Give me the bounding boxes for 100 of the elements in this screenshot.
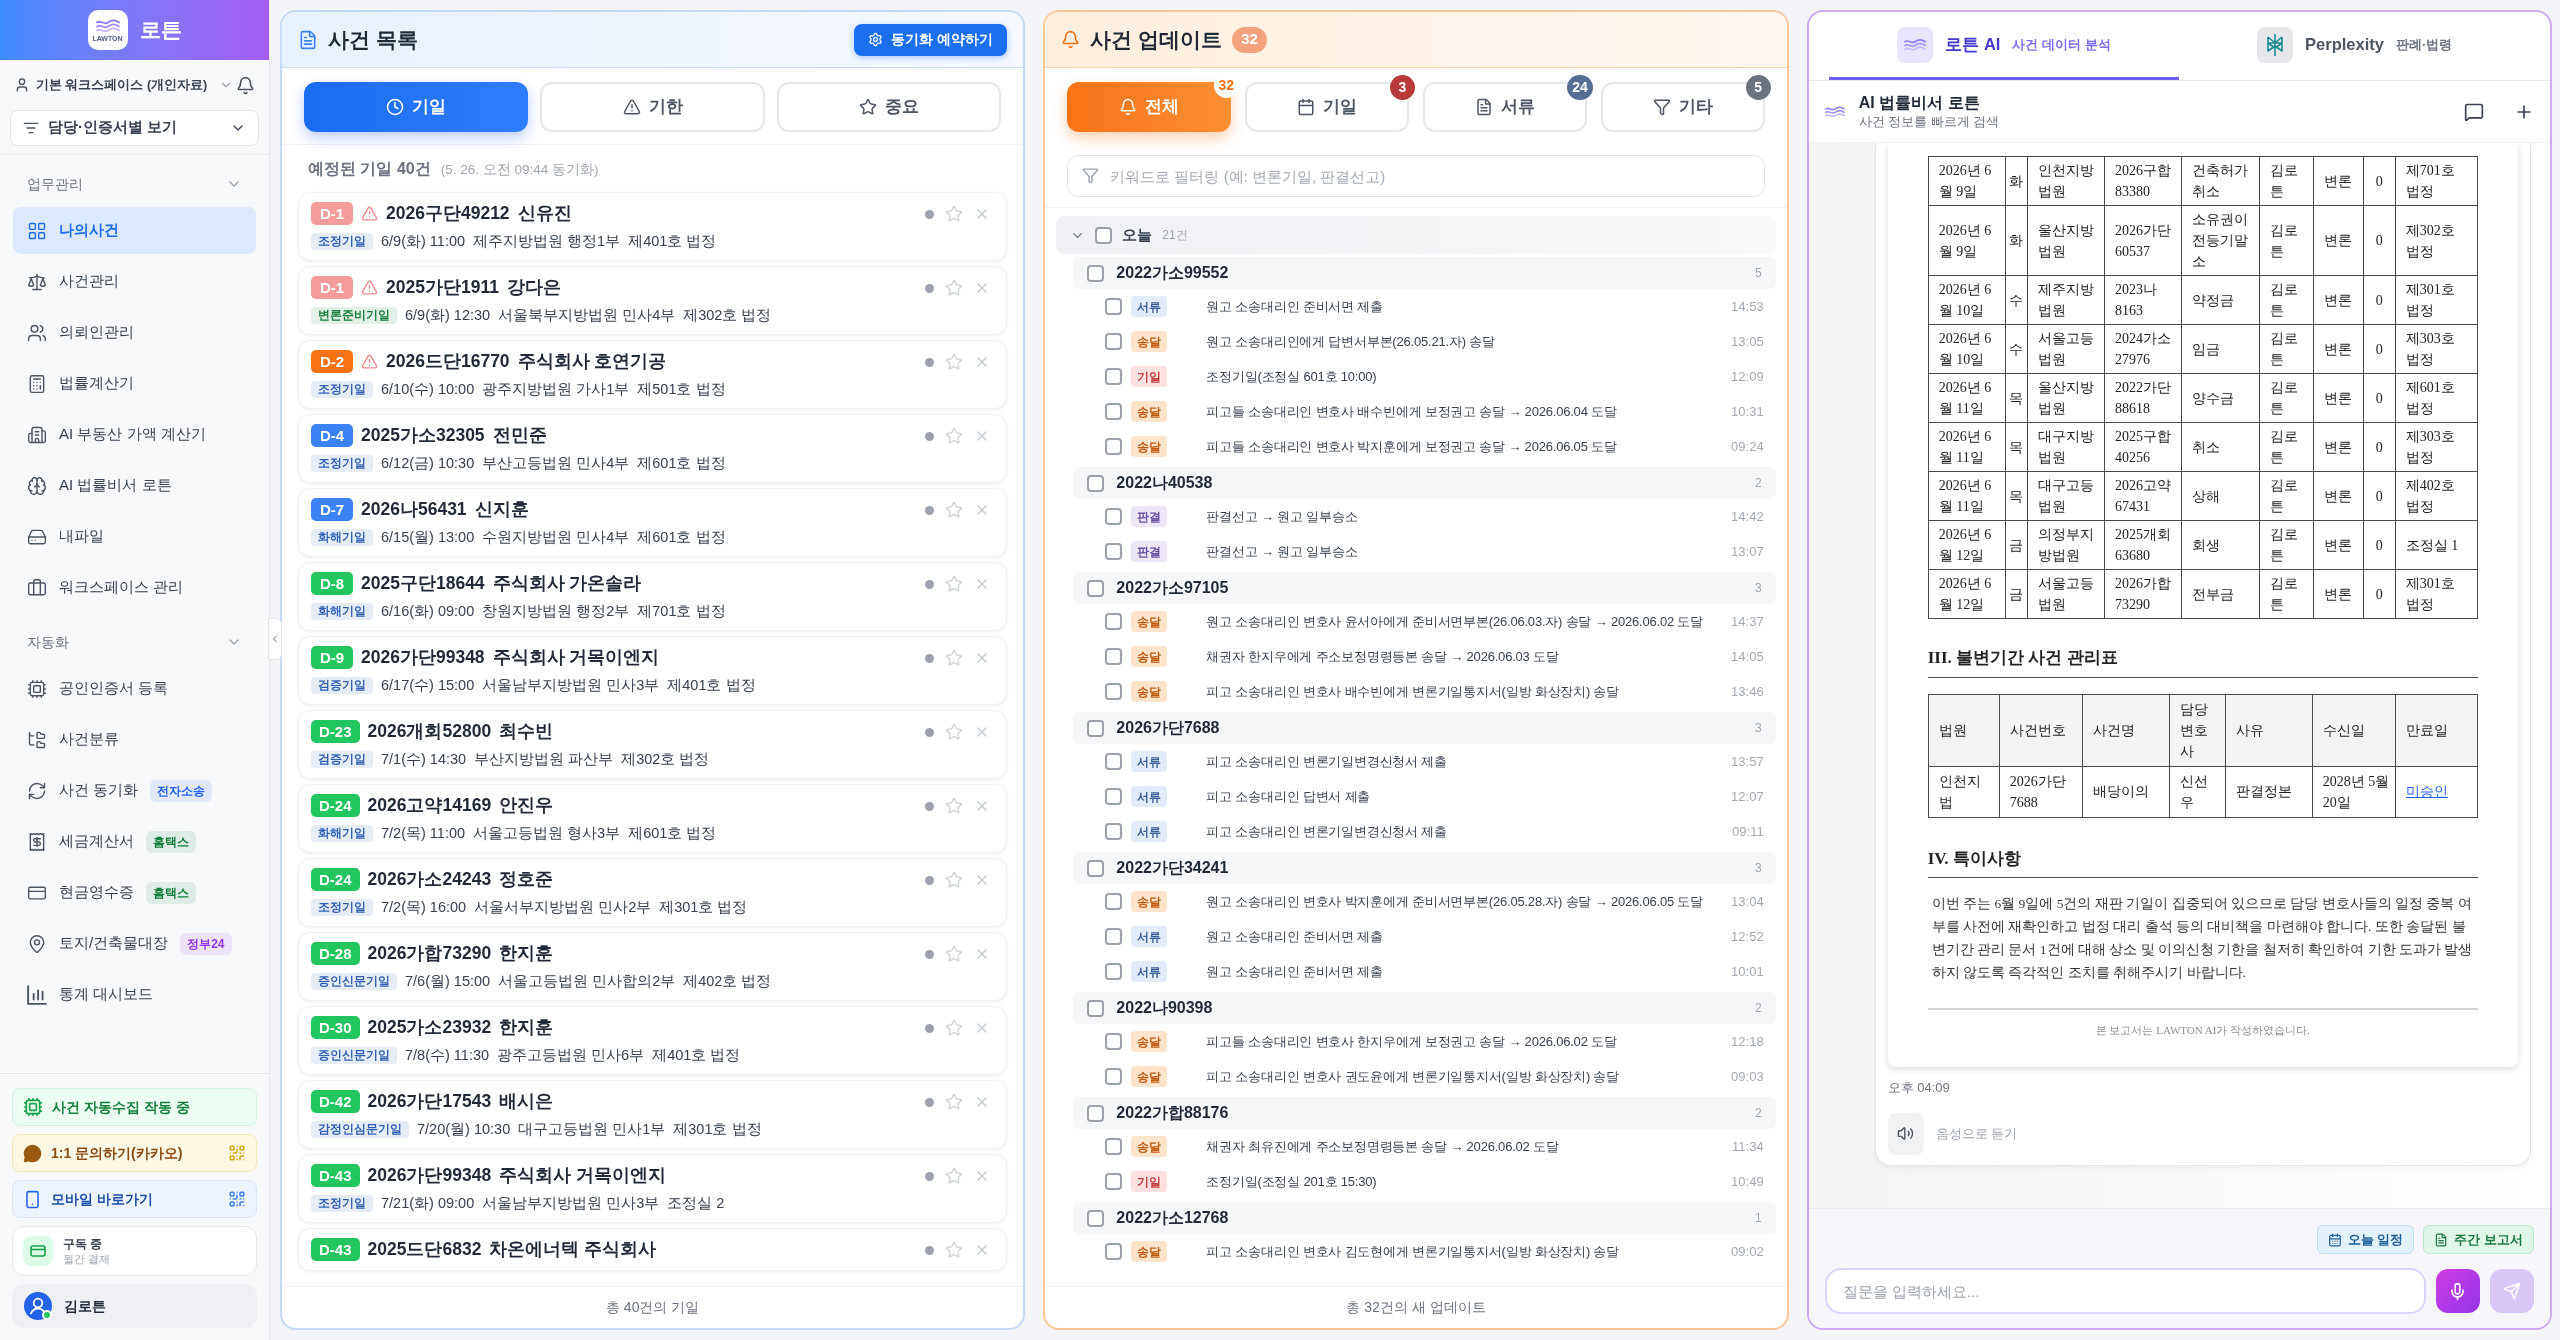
checkbox[interactable] <box>1087 474 1105 492</box>
star-icon[interactable] <box>945 353 964 371</box>
nav-item[interactable]: 의뢰인관리 <box>13 309 256 356</box>
star-icon[interactable] <box>945 575 964 593</box>
checkbox[interactable] <box>1105 893 1123 910</box>
nav-item[interactable]: 사건관리 <box>13 258 256 305</box>
speaker-button[interactable] <box>1887 1112 1924 1155</box>
mic-button[interactable] <box>2436 1269 2480 1313</box>
star-icon[interactable] <box>945 1019 964 1037</box>
star-icon[interactable] <box>945 427 964 445</box>
nav-item[interactable]: 사건분류 <box>13 716 256 763</box>
assistant-tab[interactable]: 로튼 AI 사건 데이터 분석 <box>1828 12 2180 80</box>
subscription-card[interactable]: 구독 중 월간 결제 <box>12 1226 257 1276</box>
checkbox[interactable] <box>1087 859 1105 877</box>
checkbox[interactable] <box>1105 1243 1123 1260</box>
sync-schedule-button[interactable]: 동기화 예약하기 <box>854 23 1008 56</box>
checkbox[interactable] <box>1105 963 1123 980</box>
deadline-card[interactable]: D-2 2026드단16770 주식회사 호연기공 조정기일 6/10(수) 10:00 광주지방법원 가사1부 제501호 법정 <box>298 340 1008 409</box>
star-icon[interactable] <box>945 501 964 519</box>
checkbox[interactable] <box>1105 403 1123 420</box>
case-group-header[interactable]: 2022가소12768 1 <box>1073 1202 1776 1234</box>
chat-icon[interactable] <box>2464 101 2484 122</box>
section-header[interactable]: 업무관리 <box>13 169 256 199</box>
filter-field[interactable]: 키워드로 필터링 (예: 변론기일, 판결선고) <box>1067 155 1765 197</box>
checkbox[interactable] <box>1105 683 1123 700</box>
star-icon[interactable] <box>945 649 964 667</box>
checkbox[interactable] <box>1105 298 1123 315</box>
deadline-card[interactable]: D-30 2025가소23932 한지훈 증인신문기일 7/8(수) 11:30 광주고등법원 민사6부 제401호 법정 <box>298 1006 1008 1075</box>
deadline-card[interactable]: D-43 2026가단99348 주식회사 거목이엔지 조정기일 7/21(화) 09:00 서울남부지방법원 민사3부 조정실 2 <box>298 1154 1008 1223</box>
checkbox[interactable] <box>1105 1173 1123 1190</box>
nav-item[interactable]: 사건 동기화 전자소송 <box>13 767 256 814</box>
case-group-header[interactable]: 2022가단34241 3 <box>1073 852 1776 884</box>
checkbox[interactable] <box>1105 543 1123 560</box>
case-group-header[interactable]: 2022가소97105 3 <box>1073 572 1776 604</box>
case-group-header[interactable]: 2022가소99552 5 <box>1073 257 1776 289</box>
checkbox[interactable] <box>1105 508 1123 525</box>
section-header[interactable]: 자동화 <box>13 627 256 657</box>
nav-item[interactable]: 내파일 <box>13 513 256 560</box>
star-icon[interactable] <box>945 797 964 815</box>
checkbox[interactable] <box>1105 1138 1123 1155</box>
nav-item[interactable]: 워크스페이스 관리 <box>13 564 256 611</box>
nav-item[interactable]: AI 법률비서 로튼 <box>13 462 256 509</box>
nav-item[interactable]: 통계 대시보드 <box>13 971 256 1018</box>
checkbox[interactable] <box>1105 613 1123 630</box>
star-icon[interactable] <box>945 205 964 223</box>
tab[interactable]: 중요 <box>776 82 1002 132</box>
deadline-card[interactable]: D-8 2025구단18644 주식회사 가온솔라 화해기일 6/16(화) 09:00 창원지방법원 행정2부 제701호 법정 <box>298 562 1008 631</box>
checkbox[interactable] <box>1105 823 1123 840</box>
question-input[interactable]: 질문을 입력하세요... <box>1824 1268 2426 1314</box>
star-icon[interactable] <box>945 1241 964 1259</box>
deadline-card[interactable]: D-7 2026나56431 신지훈 화해기일 6/15(월) 13:00 수원지방법원 민사4부 제601호 법정 <box>298 488 1008 557</box>
collapse-sidebar-button[interactable] <box>268 618 282 660</box>
checkbox[interactable] <box>1087 1209 1105 1227</box>
case-group-header[interactable]: 2026가단7688 3 <box>1073 712 1776 744</box>
checkbox[interactable] <box>1105 788 1123 805</box>
nav-item[interactable]: 법률계산기 <box>13 360 256 407</box>
user-profile[interactable]: 김로튼 <box>12 1284 257 1328</box>
deadline-card[interactable]: D-28 2026가합73290 한지훈 증인신문기일 7/6(월) 15:00 서울고등법원 민사합의2부 제402호 법정 <box>298 932 1008 1001</box>
case-group-header[interactable]: 2022나40538 2 <box>1073 467 1776 499</box>
case-group-header[interactable]: 2022가합88176 2 <box>1073 1097 1776 1129</box>
notifications-icon[interactable] <box>236 75 255 95</box>
checkbox[interactable] <box>1105 1068 1123 1085</box>
checkbox[interactable] <box>1105 928 1123 945</box>
deadline-card[interactable]: D-24 2026가소24243 정호준 조정기일 7/2(목) 16:00 서울서부지방법원 민사2부 제301호 법정 <box>298 858 1008 927</box>
view-filter-dropdown[interactable]: 담당·인증서별 보기 <box>10 110 259 146</box>
sidebar-link[interactable]: 모바일 바로가기 <box>12 1180 257 1218</box>
assistant-tab[interactable]: Perplexity 판례·법령 <box>2179 12 2530 80</box>
checkbox[interactable] <box>1105 333 1123 350</box>
nav-item[interactable]: 공인인증서 등록 <box>13 665 256 712</box>
tab[interactable]: 기한 <box>540 82 765 132</box>
nav-item[interactable]: 세금계산서 홈택스 <box>13 818 256 865</box>
checkbox[interactable] <box>1105 368 1123 385</box>
deadline-card[interactable]: D-9 2026가단99348 주식회사 거목이엔지 검증기일 6/17(수) 15:00 서울남부지방법원 민사3부 제401호 법정 <box>298 636 1008 705</box>
deadline-card[interactable]: D-1 2025가단1911 강다은 변론준비기일 6/9(화) 12:30 서울북부지방법원 민사4부 제302호 법정 <box>298 266 1008 335</box>
deadline-card[interactable]: D-43 2025드단6832 차온에너텍 주식회사 <box>298 1228 1008 1271</box>
checkbox[interactable] <box>1105 1033 1123 1050</box>
deadline-card[interactable]: D-24 2026고약14169 안진우 화해기일 7/2(목) 11:00 서울고등법원 형사3부 제601호 법정 <box>298 784 1008 853</box>
checkbox[interactable] <box>1087 999 1105 1017</box>
checkbox[interactable] <box>1087 1104 1105 1122</box>
checkbox[interactable] <box>1105 438 1123 455</box>
star-icon[interactable] <box>945 723 964 741</box>
checkbox[interactable] <box>1105 753 1123 770</box>
star-icon[interactable] <box>945 279 964 297</box>
checkbox[interactable] <box>1105 648 1123 665</box>
nav-item[interactable]: 토지/건축물대장 정부24 <box>13 920 256 967</box>
checkbox[interactable] <box>1087 719 1105 737</box>
nav-item[interactable]: 나의사건 <box>13 207 256 254</box>
nav-item[interactable]: 현금영수증 홈택스 <box>13 869 256 916</box>
checkbox[interactable] <box>1095 226 1113 244</box>
quick-action-button[interactable]: 주간 보고서 <box>2423 1225 2534 1254</box>
star-icon[interactable] <box>945 1093 964 1111</box>
group-header[interactable]: 오늘 21건 <box>1056 216 1776 254</box>
nav-item[interactable]: AI 부동산 가액 계산기 <box>13 411 256 458</box>
deadline-card[interactable]: D-1 2026구단49212 신유진 조정기일 6/9(화) 11:00 제주지방법원 행정1부 제401호 법정 <box>298 192 1008 261</box>
case-group-header[interactable]: 2022나90398 2 <box>1073 992 1776 1024</box>
star-icon[interactable] <box>945 871 964 889</box>
tab[interactable]: 기일 <box>304 82 529 132</box>
sidebar-link[interactable]: 1:1 문의하기(카카오) <box>12 1134 257 1172</box>
checkbox[interactable] <box>1087 264 1105 282</box>
deadline-card[interactable]: D-23 2026개회52800 최수빈 검증기일 7/1(수) 14:30 부산지방법원 파산부 제302호 법정 <box>298 710 1008 779</box>
